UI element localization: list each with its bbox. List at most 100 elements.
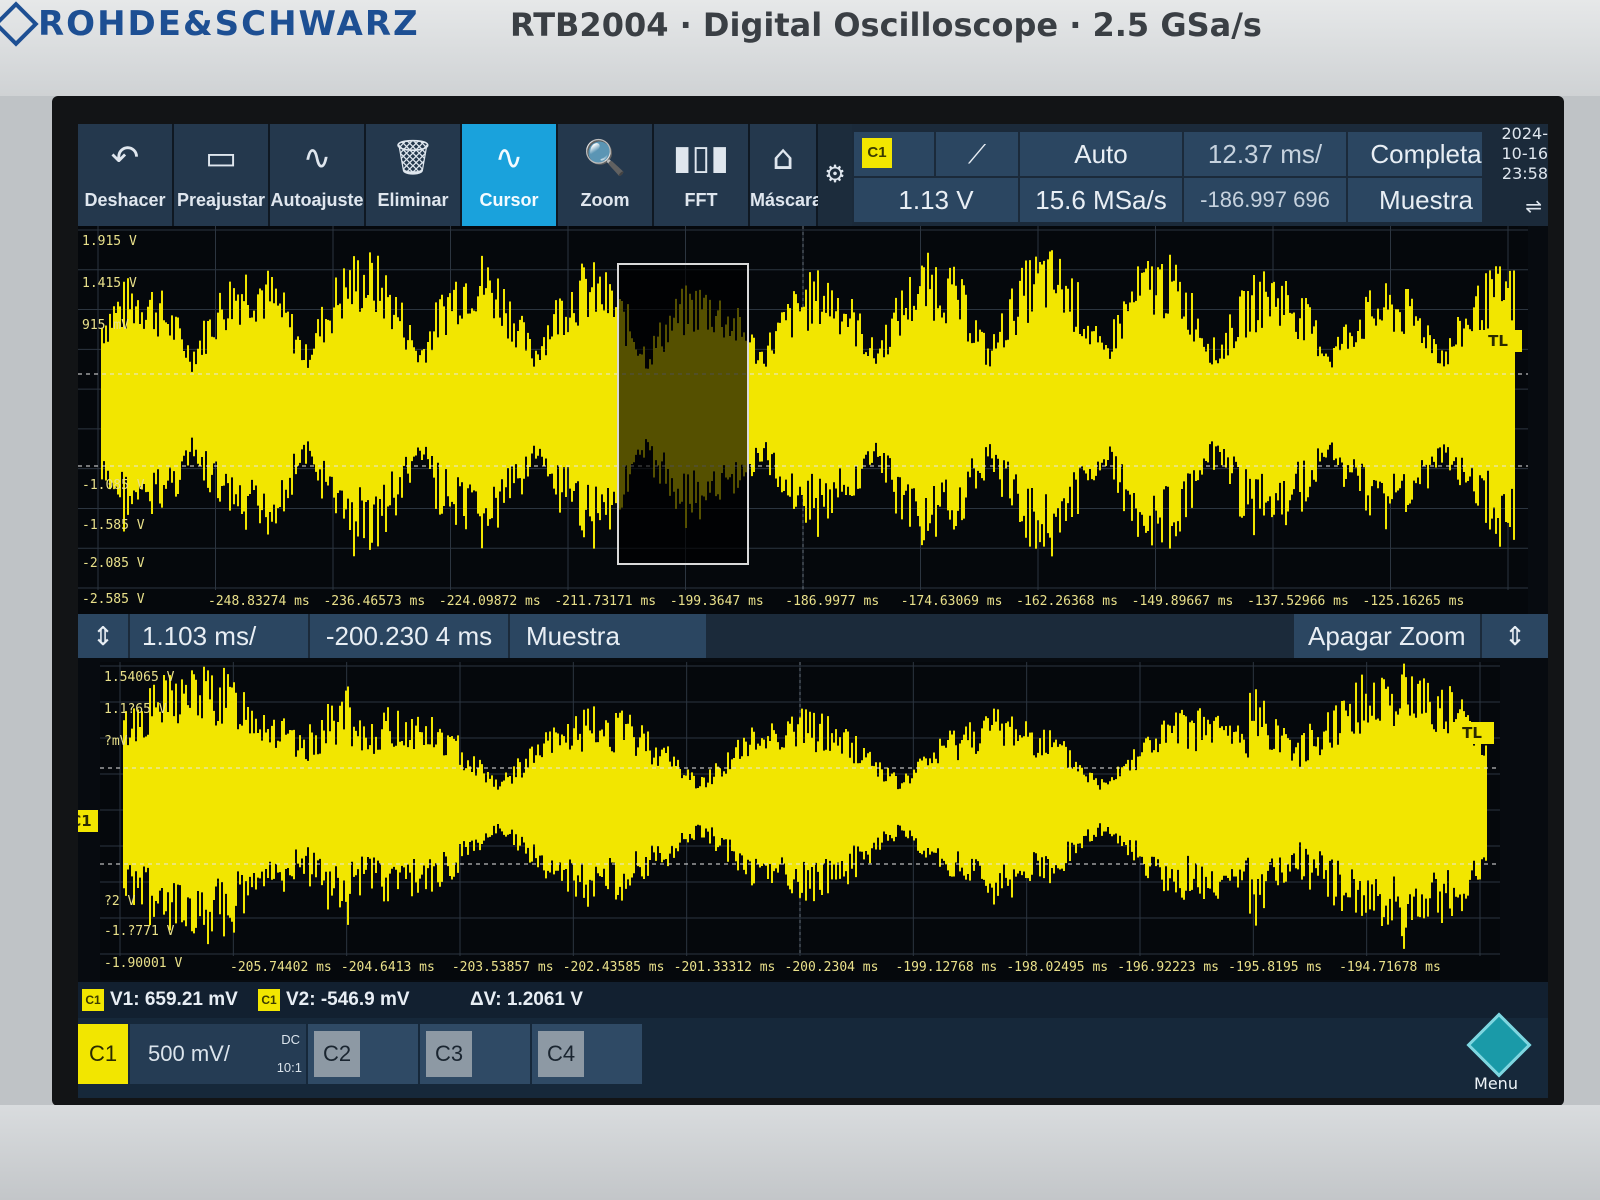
y-label: -1.90001 V [104,956,183,971]
delete-button[interactable]: 🗑 Eliminar [366,124,462,226]
waveform-trace [101,250,1515,557]
sample-rate[interactable]: 15.6 MSa/s [1020,178,1182,222]
y-label: ?mV [104,734,128,749]
cursor-v1: C1 V1: 659.21 mV [82,982,238,1018]
zoom-label: Zoom [580,190,630,210]
x-axis-label: -199.12768 ms [895,960,998,975]
acquisition-type[interactable]: Completa [1348,132,1504,176]
cursor-button[interactable]: ∿ Cursor [462,124,558,226]
y-label: 1.415 V [82,276,137,291]
undo-icon: ↶ [110,138,140,178]
acquisition-mode[interactable]: Muestra [1348,178,1504,222]
toolbar: ↶ Deshacer ▭ Preajustar ∿ Autoajuste 🗑 E… [78,124,1548,256]
acquisition-info-panel: C1 ⟋ Auto 12.37 ms/ Completa 1.13 V 15.6… [854,132,1548,256]
v2-value: V2: -546.9 mV [286,989,410,1010]
channel-c2-button[interactable]: C2 [308,1024,418,1084]
channel-c1-button[interactable]: C1 [78,1024,128,1084]
x-axis-label: -201.33312 ms [673,960,776,975]
y-label: -2.585 V [82,592,145,607]
mask-button[interactable]: ⌂ Máscara [750,124,823,226]
trigger-level[interactable]: 1.13 V [854,178,1018,222]
date: 2024-10-16 [1501,124,1549,163]
brand-name: ROHDE&SCHWARZ [38,4,420,44]
cursor-wave-icon: ∿ [494,138,524,178]
x-axis-label: -186.9977 ms [785,594,880,609]
menu-button[interactable]: Menu [1460,1012,1532,1098]
x-axis-label: -200.2304 ms [784,960,879,975]
instrument-bezel-bottom [0,1105,1600,1200]
zoom-mode[interactable]: Muestra [510,614,706,658]
time: 23:58 [1501,164,1548,183]
y-label: -2.085 V [82,556,145,571]
updown-arrows-icon[interactable]: ⇕ [1482,614,1548,658]
y-label: -1.585 V [82,518,145,533]
rs-menu-logo-icon [1466,1012,1532,1078]
c1-settings[interactable]: 500 mV/ DC 10:1 [130,1024,306,1084]
zoom-off-button[interactable]: Apagar Zoom × [1294,614,1480,695]
c1-tag: C1 [258,988,280,1011]
settings-gear-icon[interactable]: ⚙ [818,124,852,226]
trigger-level-marker[interactable]: TL [1450,722,1494,744]
zoom-button[interactable]: 🔍 Zoom [558,124,654,226]
trigger-channel-tag: C1 [862,138,892,168]
c2-label: C2 [314,1031,360,1077]
autoset-icon: ∿ [302,138,332,178]
x-axis-label: -174.63069 ms [900,594,1003,609]
autoset-label: Autoajuste [270,190,364,210]
v1-value: V1: 659.21 mV [110,989,238,1010]
channel-c3-button[interactable]: C3 [420,1024,530,1084]
preset-label: Preajustar [176,190,266,210]
model-title: RTB2004 · Digital Oscilloscope · 2.5 GSa… [510,6,1262,44]
zoom-position[interactable]: -200.230 4 ms [310,614,508,658]
oscilloscope-screen: ↶ Deshacer ▭ Preajustar ∿ Autoajuste 🗑 E… [78,124,1548,1098]
zoom-info-bar: ⇕ 1.103 ms/ -200.230 4 ms Muestra Apagar… [78,614,1548,695]
trigger-mode[interactable]: Auto [1020,132,1182,176]
delete-label: Eliminar [377,190,449,210]
zoom-waveform-plot[interactable]: 1.54065 V 1.1?65 V ?mV ?2 V -1.?771 V -1… [100,662,1500,980]
y-label: 1.1?65 V [104,702,167,717]
c1-scale: 500 mV/ [148,1041,230,1066]
preset-button[interactable]: ▭ Preajustar [174,124,270,226]
channel-marker[interactable]: C1 [78,810,98,832]
x-axis-label: -195.8195 ms [1228,960,1323,975]
autoset-button[interactable]: ∿ Autoajuste [270,124,366,226]
undo-label: Deshacer [84,190,166,210]
x-axis-label: -224.09872 ms [438,594,541,609]
x-axis-label: -125.16265 ms [1362,594,1465,609]
date-time: 2024-10-16 23:58 ⇌ [1482,124,1548,224]
main-waveform-plot[interactable]: 1.915 V 1.415 V 915 mV -1.085 V -1.585 V… [78,226,1528,614]
fft-button[interactable]: ▮▯▮ FFT [654,124,750,226]
trigger-source[interactable]: C1 [854,132,934,176]
time-position[interactable]: -186.997 696 ms [1184,178,1346,256]
y-label: 1.54065 V [104,670,175,685]
y-label: -1.?771 V [104,924,175,939]
x-axis-label: -194.71678 ms [1339,960,1441,975]
zoom-off-label: Apagar Zoom [1308,621,1466,651]
x-axis-label: -199.3647 ms [669,594,764,609]
mask-icon: ⌂ [772,138,794,178]
trigger-level-marker[interactable]: TL [1474,330,1522,352]
undo-button[interactable]: ↶ Deshacer [78,124,174,226]
x-axis-label: -205.74402 ms [230,960,332,975]
c4-label: C4 [538,1031,584,1077]
zoom-icon: 🔍 [583,138,627,178]
c3-label: C3 [426,1031,472,1077]
c1-tag: C1 [82,988,104,1011]
x-axis-label: -204.6413 ms [340,960,435,975]
x-axis-label: -198.02495 ms [1006,960,1109,975]
instrument-bezel-top: ROHDE&SCHWARZ RTB2004 · Digital Oscillos… [0,0,1600,96]
mask-label: Máscara [750,190,823,210]
menu-label: Menu [1474,1074,1518,1093]
updown-arrows-icon[interactable]: ⇕ [78,614,128,658]
channel-bar: C1 500 mV/ DC 10:1 C2 C3 C4 Menu [78,1012,1548,1098]
zoom-scale[interactable]: 1.103 ms/ [130,614,308,658]
x-axis-label: -162.26368 ms [1016,594,1118,609]
trash-icon: 🗑 [391,138,435,178]
trigger-slope[interactable]: ⟋ [936,132,1018,176]
y-label: 1.915 V [82,234,137,249]
time-scale[interactable]: 12.37 ms/ [1184,132,1346,176]
x-axis-label: -202.43585 ms [562,960,665,975]
x-axis-label: -236.46573 ms [323,594,426,609]
channel-c4-button[interactable]: C4 [532,1024,642,1084]
cursor-label: Cursor [479,190,539,210]
